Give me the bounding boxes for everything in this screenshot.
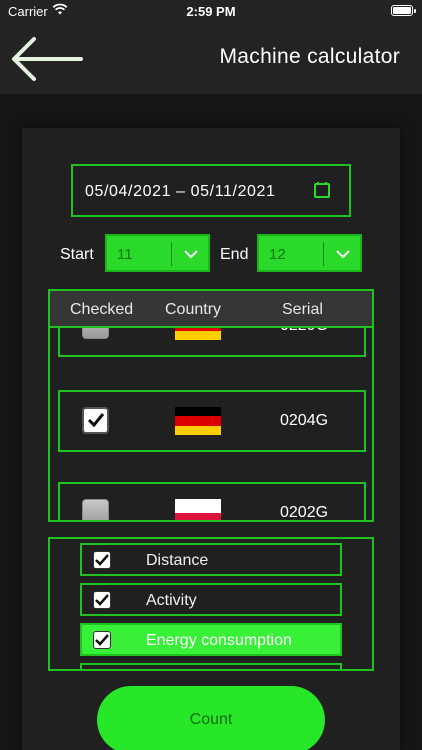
poland-flag-icon	[175, 499, 221, 520]
option-label: Activity	[146, 592, 197, 609]
column-header-checked: Checked	[70, 301, 134, 318]
page-title: Machine calculator	[219, 45, 400, 68]
table-header: Checked Country Serial	[50, 291, 372, 328]
dropdown-divider	[171, 242, 172, 266]
status-time: 2:59 PM	[186, 4, 236, 19]
navigation-bar: Machine calculator	[0, 22, 422, 94]
column-header-country: Country	[165, 301, 222, 318]
checkmark-icon	[95, 554, 109, 566]
start-value: 11	[117, 246, 133, 263]
serial-number: 0202G	[280, 504, 329, 521]
end-value: 12	[269, 246, 286, 263]
status-bar: Carrier 2:59 PM	[0, 0, 422, 22]
table-row[interactable]: 0202G	[58, 482, 366, 521]
option-label: Energy consumption	[146, 632, 292, 649]
row-checkbox[interactable]	[82, 407, 109, 434]
date-range-value: 05/04/2021 – 05/11/2021	[85, 183, 276, 200]
date-range-picker[interactable]: 05/04/2021 – 05/11/2021	[71, 164, 351, 217]
arrow-left-icon	[12, 37, 83, 81]
machines-table[interactable]: Checked Country Serial 0229G 0204G 0202G	[48, 289, 374, 522]
checkmark-icon	[95, 634, 109, 646]
dropdown-divider	[323, 242, 324, 266]
calendar-icon	[313, 181, 331, 199]
battery-icon	[391, 5, 416, 16]
option-checkbox[interactable]	[93, 551, 111, 569]
checkmark-icon	[87, 413, 105, 428]
germany-flag-icon	[175, 407, 221, 435]
metrics-options-list[interactable]: Distance Activity Energy consumption	[48, 537, 374, 671]
chevron-down-icon	[336, 250, 350, 259]
start-label: Start	[60, 246, 94, 263]
end-dropdown[interactable]: 12	[257, 234, 362, 272]
checkmark-icon	[95, 594, 109, 606]
option-label: Distance	[146, 552, 209, 569]
back-button[interactable]	[6, 34, 86, 84]
row-checkbox[interactable]	[82, 499, 109, 520]
count-button[interactable]: Count	[97, 686, 325, 750]
serial-number: 0204G	[280, 412, 329, 429]
option-energy-consumption[interactable]: Energy consumption	[80, 623, 342, 656]
chevron-down-icon	[184, 250, 198, 259]
option-activity[interactable]: Activity	[80, 583, 342, 616]
option-checkbox[interactable]	[93, 631, 111, 649]
table-row[interactable]: 0204G	[58, 390, 366, 452]
end-label: End	[220, 246, 249, 263]
column-header-serial: Serial	[282, 301, 323, 318]
option-partial[interactable]	[80, 663, 342, 669]
option-distance[interactable]: Distance	[80, 543, 342, 576]
option-checkbox[interactable]	[93, 591, 111, 609]
start-dropdown[interactable]: 11	[105, 234, 210, 272]
